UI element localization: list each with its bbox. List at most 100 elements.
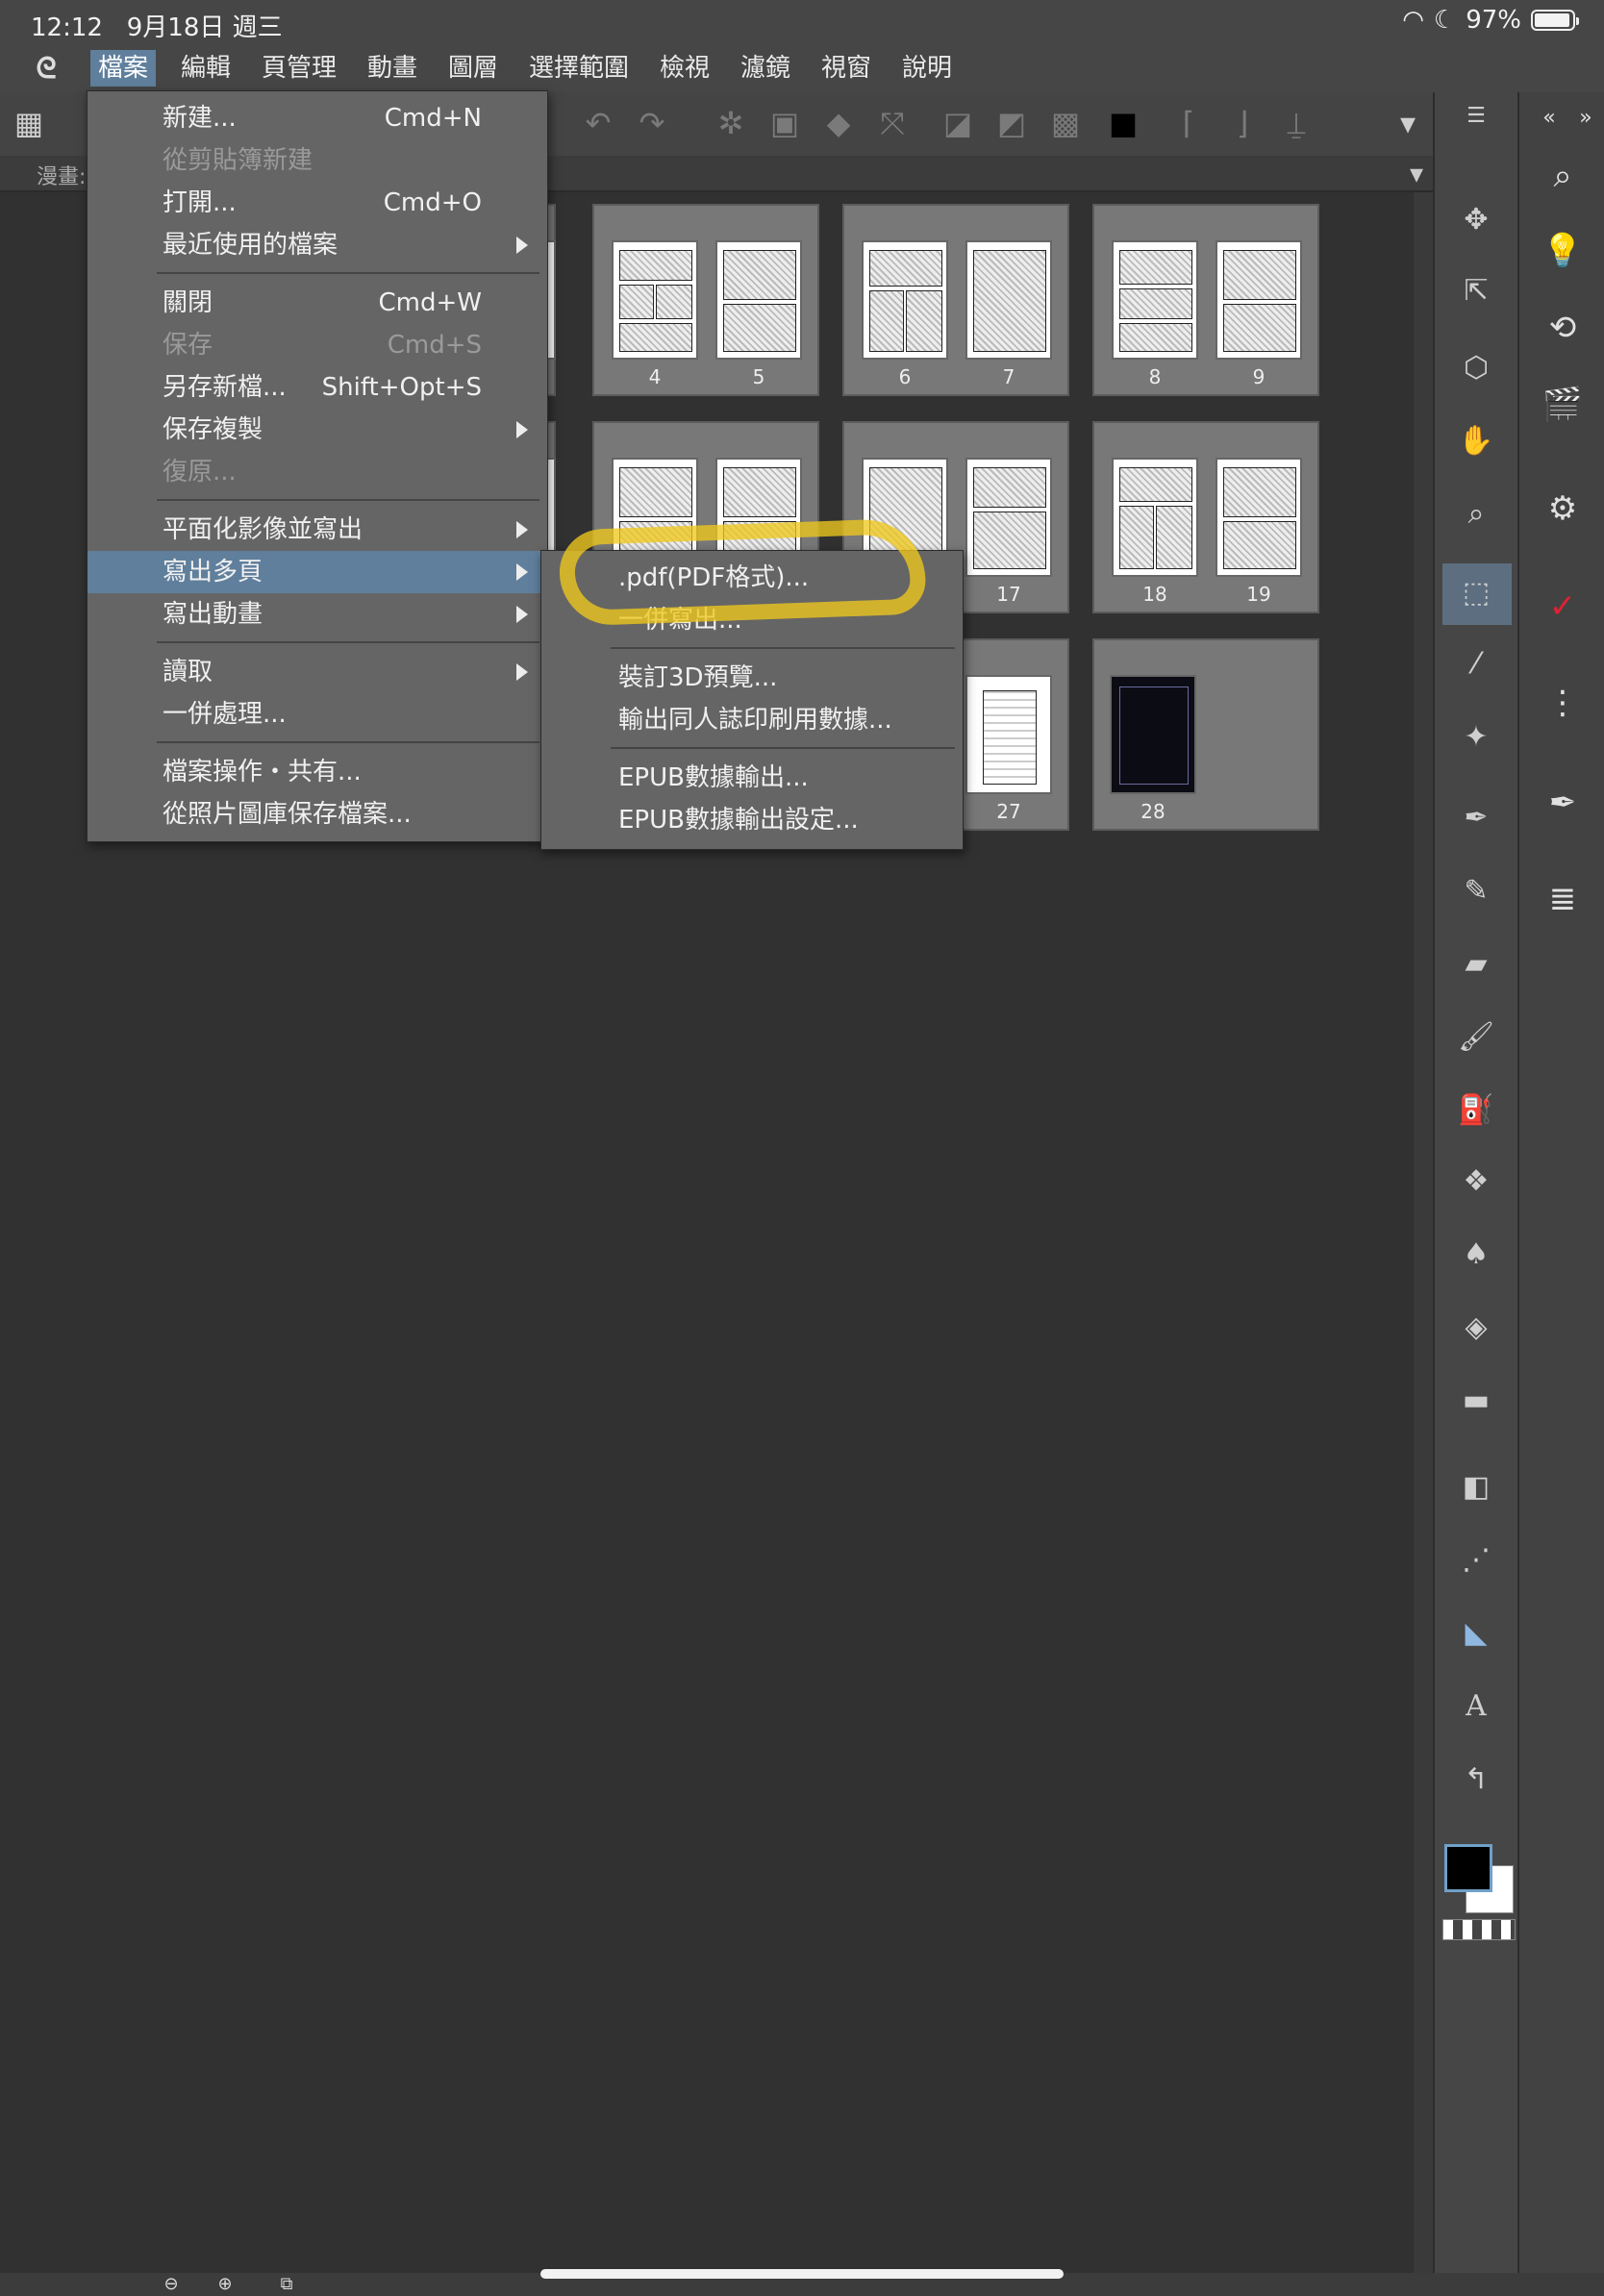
page-thumb-27[interactable] xyxy=(965,675,1052,794)
menu-item-binding-3d-preview[interactable]: 裝訂3D預覽... xyxy=(541,657,963,699)
light-bulb-icon[interactable]: 💡 xyxy=(1539,227,1587,275)
tab-menu-chevron-icon[interactable]: ▾ xyxy=(1410,158,1423,189)
tool-settings-icon[interactable]: ⚙ xyxy=(1539,485,1587,533)
checker-icon[interactable]: ▩ xyxy=(1044,102,1087,144)
menu-item-export-multiple-pages[interactable]: 寫出多頁 xyxy=(88,551,547,593)
balloon-icon[interactable]: ↰ xyxy=(1454,1758,1498,1802)
pencil-icon[interactable]: ✎ xyxy=(1454,869,1498,913)
navigator-icon[interactable]: ⌕ xyxy=(1539,152,1587,200)
menu-item-close[interactable]: 關閉 Cmd+W xyxy=(88,282,547,324)
menu-item-save-as[interactable]: 另存新檔... Shift+Opt+S xyxy=(88,366,547,409)
figure-icon[interactable]: ⋰ xyxy=(1454,1538,1498,1583)
marquee-select-icon[interactable]: ⬚ xyxy=(1454,571,1498,615)
menu-item-save[interactable]: 保存 Cmd+S xyxy=(88,324,547,366)
page-pair-8-9[interactable]: 8 9 xyxy=(1092,204,1319,396)
menu-item-batch-process[interactable]: 一併處理... xyxy=(88,693,547,736)
app-logo-icon[interactable]: ᘓ xyxy=(27,52,65,86)
transform-icon[interactable]: ▣ xyxy=(764,102,806,144)
menu-filter[interactable]: 濾鏡 xyxy=(733,50,798,87)
pen-settings-icon[interactable]: ✒ xyxy=(1539,779,1587,827)
menu-item-epub-export[interactable]: EPUB數據輸出... xyxy=(541,757,963,799)
menu-window[interactable]: 視窗 xyxy=(814,50,879,87)
undo-icon[interactable]: ↶ xyxy=(577,102,619,144)
ruler-alt-icon[interactable]: ⌋ xyxy=(1221,102,1264,144)
hand-icon[interactable]: ✋ xyxy=(1454,419,1498,463)
menu-item-save-copy[interactable]: 保存複製 xyxy=(88,409,547,451)
page-thumb-19[interactable] xyxy=(1216,458,1302,577)
eraser-icon[interactable]: ▰ xyxy=(1454,942,1498,986)
decoration-icon[interactable]: ❖ xyxy=(1454,1160,1498,1204)
page-thumb-5[interactable] xyxy=(715,240,802,360)
black-square-icon[interactable]: ■ xyxy=(1102,102,1144,144)
pin-icon[interactable]: ⍊ xyxy=(1275,102,1317,144)
menu-item-revert[interactable]: 復原... xyxy=(88,451,547,493)
zoom-out-icon[interactable]: ⊖ xyxy=(160,2273,183,2296)
layers-icon[interactable]: ≣ xyxy=(1539,875,1587,923)
ruler-icon[interactable]: ⌈ xyxy=(1167,102,1210,144)
chevron-down-icon[interactable]: ▾ xyxy=(1387,102,1429,144)
page-thumb-9[interactable] xyxy=(1216,240,1302,360)
page-thumb-17[interactable] xyxy=(965,458,1052,577)
menu-view[interactable]: 檢視 xyxy=(652,50,717,87)
menu-item-epub-export-settings[interactable]: EPUB數據輸出設定... xyxy=(541,799,963,841)
page-thumb-28[interactable] xyxy=(1110,675,1196,794)
page-thumb-7[interactable] xyxy=(965,240,1052,360)
page-thumb-4[interactable] xyxy=(612,240,698,360)
page-thumb-8[interactable] xyxy=(1112,240,1198,360)
menu-item-doujin-print-export[interactable]: 輸出同人誌印刷用數據... xyxy=(541,699,963,741)
page-pair-6-7[interactable]: 6 7 xyxy=(842,204,1069,396)
zoom-in-icon[interactable]: ⊕ xyxy=(213,2273,237,2296)
fill-bucket-icon[interactable]: ◈ xyxy=(1454,1306,1498,1350)
menu-item-file-share[interactable]: 檔案操作・共有... xyxy=(88,751,547,793)
transparent-color-swatch[interactable] xyxy=(1442,1919,1516,1940)
scale-icon[interactable]: ⤧ xyxy=(871,102,914,144)
blend-icon[interactable]: ♠ xyxy=(1454,1233,1498,1277)
redo-icon[interactable]: ↷ xyxy=(631,102,673,144)
foreground-color-swatch[interactable] xyxy=(1444,1844,1492,1892)
menu-animation[interactable]: 動畫 xyxy=(360,50,425,87)
canvas-tab[interactable]: 漫畫: xyxy=(37,160,86,190)
page-pair-28[interactable]: 28 xyxy=(1092,638,1319,831)
magic-wand-icon[interactable]: ✦ xyxy=(1454,715,1498,760)
palette-expand-icon[interactable]: » xyxy=(1562,94,1604,142)
text-tool-icon[interactable]: A xyxy=(1454,1685,1498,1729)
timeline-icon[interactable]: 🎬 xyxy=(1539,381,1587,429)
gradient-bar-icon[interactable]: ▬ xyxy=(1454,1379,1498,1423)
page-thumb-6[interactable] xyxy=(862,240,948,360)
page-thumb-18[interactable] xyxy=(1112,458,1198,577)
menu-item-new[interactable]: 新建... Cmd+N xyxy=(88,97,547,139)
object-select-icon[interactable]: ⇱ xyxy=(1454,269,1498,313)
loading-icon[interactable]: ✲ xyxy=(710,102,752,144)
menu-layer[interactable]: 圖層 xyxy=(440,50,506,87)
page-pair-4-5[interactable]: 4 5 xyxy=(592,204,819,396)
snap-icon[interactable]: ◪ xyxy=(937,102,979,144)
fit-view-icon[interactable]: ⧉ xyxy=(275,2273,298,2296)
eyedropper-icon[interactable]: ⁄ xyxy=(1454,642,1498,686)
page-pair-18-19[interactable]: 18 19 xyxy=(1092,421,1319,613)
menu-item-import[interactable]: 讀取 xyxy=(88,651,547,693)
menu-item-new-from-clipboard[interactable]: 從剪貼簿新建 xyxy=(88,139,547,182)
layer-property-icon[interactable]: ⋮ xyxy=(1539,679,1587,727)
snap-grid-icon[interactable]: ◩ xyxy=(990,102,1033,144)
gradient-icon[interactable]: ◧ xyxy=(1454,1465,1498,1510)
menu-selection[interactable]: 選擇範圍 xyxy=(521,50,637,87)
menu-item-open[interactable]: 打開... Cmd+O xyxy=(88,182,547,224)
vertical-scrollbar[interactable] xyxy=(1414,192,1433,2279)
menu-help[interactable]: 說明 xyxy=(894,50,960,87)
erase-icon[interactable]: ◆ xyxy=(817,102,860,144)
zoom-icon[interactable]: ⌕ xyxy=(1454,492,1498,537)
brush-icon[interactable]: 🖌 xyxy=(1454,1015,1498,1060)
menu-page-management[interactable]: 頁管理 xyxy=(254,50,344,87)
sub-tool-icon[interactable]: ✓ xyxy=(1539,583,1587,631)
home-indicator[interactable] xyxy=(540,2269,1064,2279)
sync-icon[interactable]: ⟲ xyxy=(1539,304,1587,352)
menu-edit[interactable]: 編輯 xyxy=(173,50,238,87)
ruler-tool-icon[interactable]: ◣ xyxy=(1454,1611,1498,1656)
menu-file[interactable]: 檔案 xyxy=(90,50,157,87)
grid-icon[interactable]: ▦ xyxy=(8,102,50,144)
menu-item-save-from-photos[interactable]: 從照片圖庫保存檔案... xyxy=(88,793,547,836)
move-layer-icon[interactable]: ✥ xyxy=(1454,198,1498,242)
pen-icon[interactable]: ✒ xyxy=(1454,796,1498,840)
menu-item-recent-files[interactable]: 最近使用的檔案 xyxy=(88,224,547,266)
3d-object-icon[interactable]: ⬡ xyxy=(1454,346,1498,390)
